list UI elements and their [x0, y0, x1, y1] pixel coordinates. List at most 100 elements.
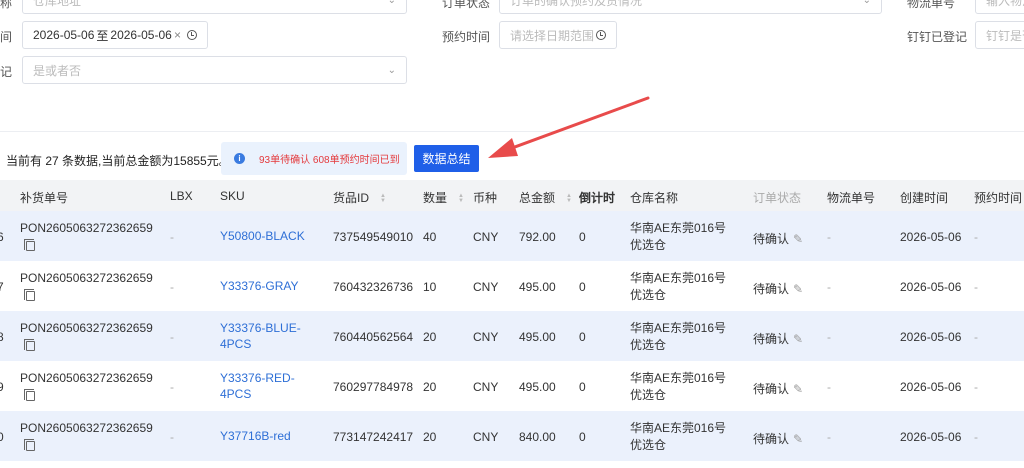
po-number: PON2605063272362659 — [20, 421, 153, 435]
total-amount: 840.00 — [519, 430, 556, 444]
date-filter-label: 间 — [0, 30, 13, 44]
pencil-icon[interactable]: ✎ — [793, 332, 803, 346]
pencil-icon[interactable]: ✎ — [793, 432, 803, 446]
clock-icon — [187, 30, 197, 40]
date-end: 2026-05-06 — [110, 28, 172, 42]
pencil-icon[interactable]: ✎ — [793, 382, 803, 396]
col-appointment-time[interactable]: 预约时间 — [974, 189, 1022, 206]
table-row: 9 PON2605063272362659 - Y33376-RED-4PCS … — [0, 361, 1024, 411]
pencil-icon[interactable]: ✎ — [793, 232, 803, 246]
row-index: 0 — [0, 430, 4, 444]
copy-icon[interactable] — [24, 438, 35, 454]
goods-id: 760440562564 — [333, 330, 414, 344]
data-summary-button[interactable]: 数据总结 — [414, 145, 479, 172]
copy-icon[interactable] — [24, 388, 35, 404]
logistics-number: - — [827, 280, 831, 294]
total-amount: 495.00 — [519, 330, 556, 344]
created-time: 2026-05-06 — [900, 430, 962, 444]
table-header: 补货单号 LBX SKU 货品ID ▲ ▼ 数量 ▲ ▼ 币种 总金额 ▲ ▼ 倒计时 仓库… — [0, 180, 1024, 211]
order-status-placeholder: 订单的确认预约及贸情况 — [510, 0, 643, 8]
pending-alert: i 93单待确认 608单预约时间已到 — [221, 142, 407, 175]
sku-link[interactable]: Y33376-BLUE-4PCS — [220, 320, 310, 352]
col-created-time[interactable]: 创建时间 — [900, 189, 948, 206]
sort-icon[interactable]: ▲ ▼ — [565, 193, 573, 204]
warehouse-name: 华南AE东莞016号优选仓 — [630, 321, 727, 352]
goods-id: 760432326736 — [333, 280, 414, 294]
sku-link[interactable]: Y37716B-red — [220, 428, 310, 444]
chevron-down-icon: ⌄ — [387, 64, 396, 76]
copy-icon[interactable] — [24, 238, 35, 254]
col-goods-id[interactable]: 货品ID ▲ ▼ — [333, 189, 387, 206]
created-time: 2026-05-06 — [900, 280, 962, 294]
order-status: 待确认 ✎ — [753, 382, 804, 396]
currency: CNY — [473, 280, 499, 294]
logistics-number: - — [827, 230, 831, 244]
copy-icon[interactable] — [24, 288, 35, 304]
dingding-select[interactable]: 钉钉是否 — [975, 21, 1024, 49]
sku-link[interactable]: Y33376-RED-4PCS — [220, 370, 310, 402]
goods-id: 773147242417 — [333, 430, 414, 444]
logistics-number: - — [827, 380, 831, 394]
clear-icon[interactable]: × — [174, 28, 181, 42]
countdown: 0 — [579, 330, 586, 344]
order-status-label: 订单状态 — [442, 0, 491, 10]
warehouse-name: 华南AE东莞016号优选仓 — [630, 421, 727, 452]
col-sku[interactable]: SKU — [220, 189, 245, 203]
goods-id: 737549549010 — [333, 230, 414, 244]
warehouse-filter-label: 称 — [0, 0, 13, 10]
created-time: 2026-05-06 — [900, 380, 962, 394]
warehouse-name: 华南AE东莞016号优选仓 — [630, 221, 727, 252]
appointment-placeholder: 请选择日期范围 — [510, 28, 595, 43]
po-number: PON2605063272362659 — [20, 321, 153, 335]
warehouse-name: 华南AE东莞016号优选仓 — [630, 371, 727, 402]
quantity: 40 — [423, 230, 437, 244]
table-row: 6 PON2605063272362659 - Y50800-BLACK 737… — [0, 211, 1024, 261]
col-lbx[interactable]: LBX — [170, 189, 193, 203]
appointment-time: - — [974, 230, 978, 244]
col-warehouse-name[interactable]: 仓库名称 — [630, 189, 678, 206]
currency: CNY — [473, 430, 499, 444]
appointment-time: - — [974, 380, 978, 394]
appointment-time-label: 预约时间 — [442, 30, 491, 44]
col-total-amount[interactable]: 总金额 ▲ ▼ — [519, 189, 573, 206]
col-logistics-number[interactable]: 物流单号 — [827, 189, 875, 206]
chevron-down-icon: ⌄ — [862, 0, 871, 6]
countdown: 0 — [579, 430, 586, 444]
col-countdown[interactable]: 倒计时 — [579, 189, 615, 206]
sku-link[interactable]: Y33376-GRAY — [220, 278, 310, 294]
copy-icon[interactable] — [24, 338, 35, 354]
logistics-label: 物流单号 — [907, 0, 956, 10]
sort-icon[interactable]: ▲ ▼ — [379, 193, 387, 204]
registered-filter-label: 记 — [0, 65, 13, 79]
po-number: PON2605063272362659 — [20, 371, 153, 385]
po-number: PON2605063272362659 — [20, 271, 153, 285]
warehouse-select[interactable]: 仓库地址 ⌄ — [22, 0, 407, 14]
logistics-input[interactable]: 输入物流单 — [975, 0, 1024, 14]
order-status: 待确认 ✎ — [753, 232, 804, 246]
order-status-select[interactable]: 订单的确认预约及贸情况 ⌄ — [499, 0, 882, 14]
table-row: 7 PON2605063272362659 - Y33376-GRAY 7604… — [0, 261, 1024, 311]
row-index: 6 — [0, 230, 4, 244]
date-range-picker[interactable]: 2026-05-06 至 2026-05-06 × — [22, 21, 208, 49]
col-quantity[interactable]: 数量 ▲ ▼ — [423, 189, 465, 206]
quantity: 20 — [423, 330, 437, 344]
pencil-icon[interactable]: ✎ — [793, 282, 803, 296]
yes-no-placeholder: 是或者否 — [33, 63, 82, 78]
total-amount: 792.00 — [519, 230, 556, 244]
dingding-placeholder: 钉钉是否 — [986, 28, 1024, 43]
lbx-value: - — [170, 280, 174, 294]
table-row: 0 PON2605063272362659 - Y37716B-red 7731… — [0, 411, 1024, 461]
appointment-date-picker[interactable]: 请选择日期范围 — [499, 21, 617, 49]
col-po-number[interactable]: 补货单号 — [20, 189, 68, 206]
yes-no-select[interactable]: 是或者否 ⌄ — [22, 56, 407, 84]
sku-link[interactable]: Y50800-BLACK — [220, 228, 310, 244]
data-table: 补货单号 LBX SKU 货品ID ▲ ▼ 数量 ▲ ▼ 币种 总金额 ▲ ▼ 倒计时 仓库… — [0, 180, 1024, 468]
row-index: 9 — [0, 380, 4, 394]
col-currency[interactable]: 币种 — [473, 189, 497, 206]
sort-icon[interactable]: ▲ ▼ — [457, 193, 465, 204]
lbx-value: - — [170, 330, 174, 344]
col-order-status[interactable]: 订单状态 — [753, 189, 801, 206]
countdown: 0 — [579, 380, 586, 394]
date-start: 2026-05-06 — [33, 28, 95, 42]
red-arrow-annotation — [488, 96, 650, 158]
